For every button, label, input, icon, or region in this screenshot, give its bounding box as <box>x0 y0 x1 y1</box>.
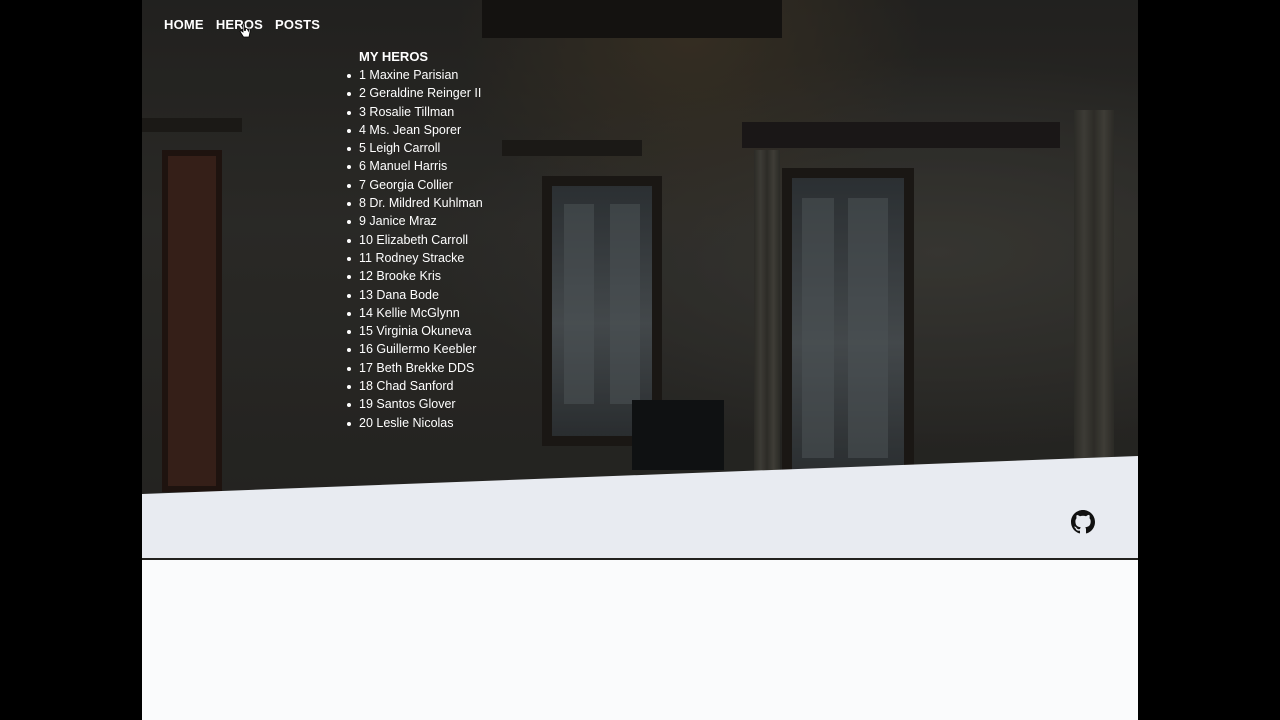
heroes-title: MY HEROS <box>359 49 429 64</box>
hero-item[interactable]: 11 Rodney Stracke <box>347 249 483 267</box>
hero-item[interactable]: 2 Geraldine Reinger II <box>347 84 483 102</box>
hero-item[interactable]: 17 Beth Brekke DDS <box>347 359 483 377</box>
hero-item[interactable]: 4 Ms. Jean Sporer <box>347 121 483 139</box>
hero-item[interactable]: 6 Manuel Harris <box>347 157 483 175</box>
hero-item[interactable]: 20 Leslie Nicolas <box>347 414 483 432</box>
hand-cursor-icon <box>239 23 251 38</box>
hero-item[interactable]: 18 Chad Sanford <box>347 377 483 395</box>
hero-item[interactable]: 13 Dana Bode <box>347 286 483 304</box>
heroes-section: MY HEROS 1 Maxine Parisian 2 Geraldine R… <box>347 49 483 432</box>
hero-item[interactable]: 8 Dr. Mildred Kuhlman <box>347 194 483 212</box>
hero-item[interactable]: 7 Georgia Collier <box>347 176 483 194</box>
hero-item[interactable]: 10 Elizabeth Carroll <box>347 231 483 249</box>
hero-item[interactable]: 5 Leigh Carroll <box>347 139 483 157</box>
hero-item[interactable]: 16 Guillermo Keebler <box>347 340 483 358</box>
nav-home[interactable]: HOME <box>164 17 204 32</box>
github-icon[interactable] <box>1071 510 1095 534</box>
hero-item[interactable]: 1 Maxine Parisian <box>347 66 483 84</box>
hero-item[interactable]: 3 Rosalie Tillman <box>347 103 483 121</box>
hero-item[interactable]: 9 Janice Mraz <box>347 212 483 230</box>
nav-posts[interactable]: POSTS <box>275 17 320 32</box>
hero-item[interactable]: 15 Virginia Okuneva <box>347 322 483 340</box>
hero-item[interactable]: 14 Kellie McGlynn <box>347 304 483 322</box>
hero-item[interactable]: 19 Santos Glover <box>347 395 483 413</box>
page: HOME HEROS POSTS MY HEROS 1 Maxine Paris… <box>142 0 1138 720</box>
hero-item[interactable]: 12 Brooke Kris <box>347 267 483 285</box>
heroes-list: 1 Maxine Parisian 2 Geraldine Reinger II… <box>347 66 483 432</box>
